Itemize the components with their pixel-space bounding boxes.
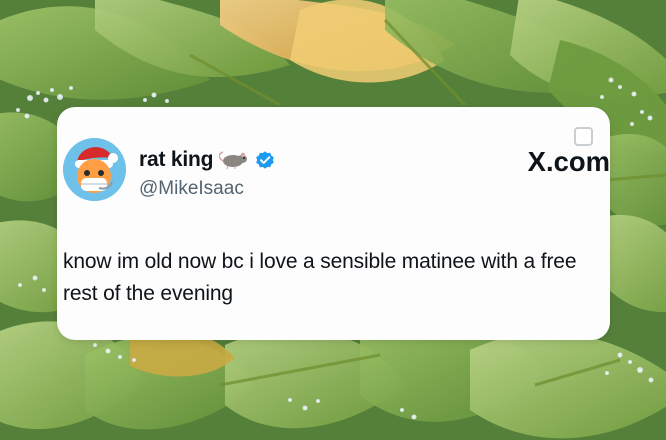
author-handle[interactable]: @MikeIsaac — [139, 178, 244, 200]
verified-badge-icon — [255, 150, 275, 170]
santa-hat-character-avatar-icon[interactable] — [63, 138, 126, 201]
x-com-logo[interactable]: X.com — [528, 146, 610, 178]
tweet-body-text: know im old now bc i love a sensible mat… — [63, 250, 577, 305]
tweet-card[interactable]: rat king @MikeIsaac X.com know im old no… — [57, 107, 610, 340]
select-checkbox[interactable] — [574, 127, 593, 146]
author-name-row[interactable]: rat king — [139, 145, 275, 175]
author-display-name[interactable]: rat king — [139, 148, 213, 172]
screenshot-scene: rat king @MikeIsaac X.com know im old no… — [0, 0, 666, 440]
rat-emoji-icon — [218, 150, 249, 170]
